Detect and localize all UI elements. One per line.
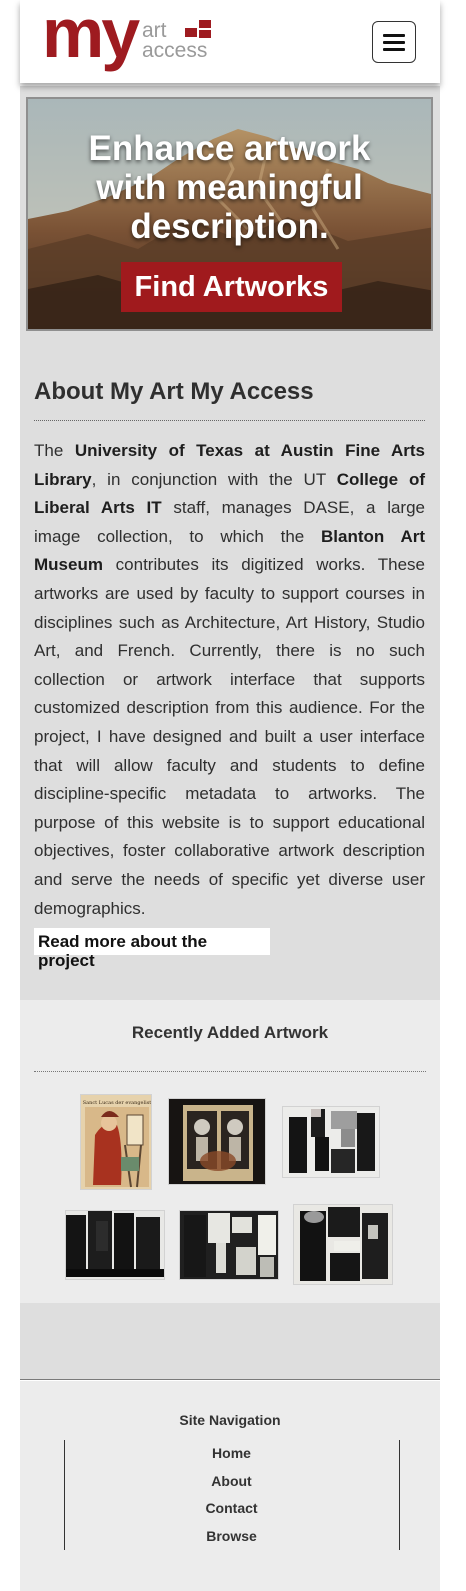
- footer-divider: [20, 1379, 440, 1380]
- about-text-1: The: [34, 441, 75, 460]
- footer-link-browse[interactable]: Browse: [64, 1525, 399, 1553]
- site-header: my art access: [20, 0, 440, 83]
- logo-access-text: access: [142, 39, 208, 62]
- site-footer: Site Navigation Home About Contact Brows…: [20, 1381, 440, 1591]
- artwork-1-inscription: Sanct Lucas der evangelist: [83, 1100, 152, 1106]
- hero-headline: Enhance artwork with meaningful descript…: [28, 129, 431, 246]
- find-artworks-button[interactable]: Find Artworks: [121, 262, 342, 312]
- hamburger-menu-icon: [383, 34, 405, 37]
- about-text-2: , in conjunction with the UT: [91, 469, 337, 489]
- read-more-link[interactable]: Read more about the project: [34, 928, 270, 970]
- logo-art-text: art: [142, 19, 167, 42]
- footer-nav-border-right: [399, 1440, 400, 1550]
- artwork-thumbnail[interactable]: [65, 1210, 165, 1280]
- footer-link-contact[interactable]: Contact: [64, 1497, 399, 1525]
- footer-nav-list: Home About Contact Browse: [64, 1442, 399, 1552]
- hero-headline-line-2: with meaningful: [96, 168, 363, 207]
- logo-squares-icon: [185, 20, 213, 40]
- recent-artwork-title: Recently Added Artwork: [131, 1023, 329, 1042]
- about-divider: [34, 420, 425, 421]
- recent-artwork-section: Recently Added Artwork Sanct Lucas der e…: [20, 1000, 440, 1303]
- site-navigation-title: Site Navigation: [179, 1412, 281, 1428]
- site-logo[interactable]: my art access: [42, 0, 232, 74]
- logo-my-text: my: [42, 0, 140, 72]
- menu-toggle-button[interactable]: [372, 21, 416, 63]
- footer-link-home[interactable]: Home: [64, 1442, 399, 1470]
- about-title: About My Art My Access: [34, 378, 314, 405]
- recent-artwork-divider: [34, 1071, 426, 1072]
- hero-headline-line-3: description.: [130, 207, 329, 246]
- artwork-thumbnail[interactable]: [293, 1204, 393, 1285]
- about-section: About My Art My Access The University of…: [34, 370, 425, 923]
- artwork-thumbnail[interactable]: [282, 1106, 380, 1178]
- hero-headline-line-1: Enhance artwork: [88, 129, 371, 168]
- footer-link-about[interactable]: About: [64, 1470, 399, 1498]
- artwork-thumbnail[interactable]: Sanct Lucas der evangelist: [80, 1094, 152, 1190]
- about-text-4: contributes its digitized works. These a…: [34, 555, 425, 918]
- artwork-thumbnail[interactable]: [179, 1210, 279, 1280]
- about-body: The University of Texas at Austin Fine A…: [34, 437, 425, 923]
- hero-banner: Enhance artwork with meaningful descript…: [26, 97, 433, 331]
- artwork-thumbnail[interactable]: [168, 1098, 266, 1185]
